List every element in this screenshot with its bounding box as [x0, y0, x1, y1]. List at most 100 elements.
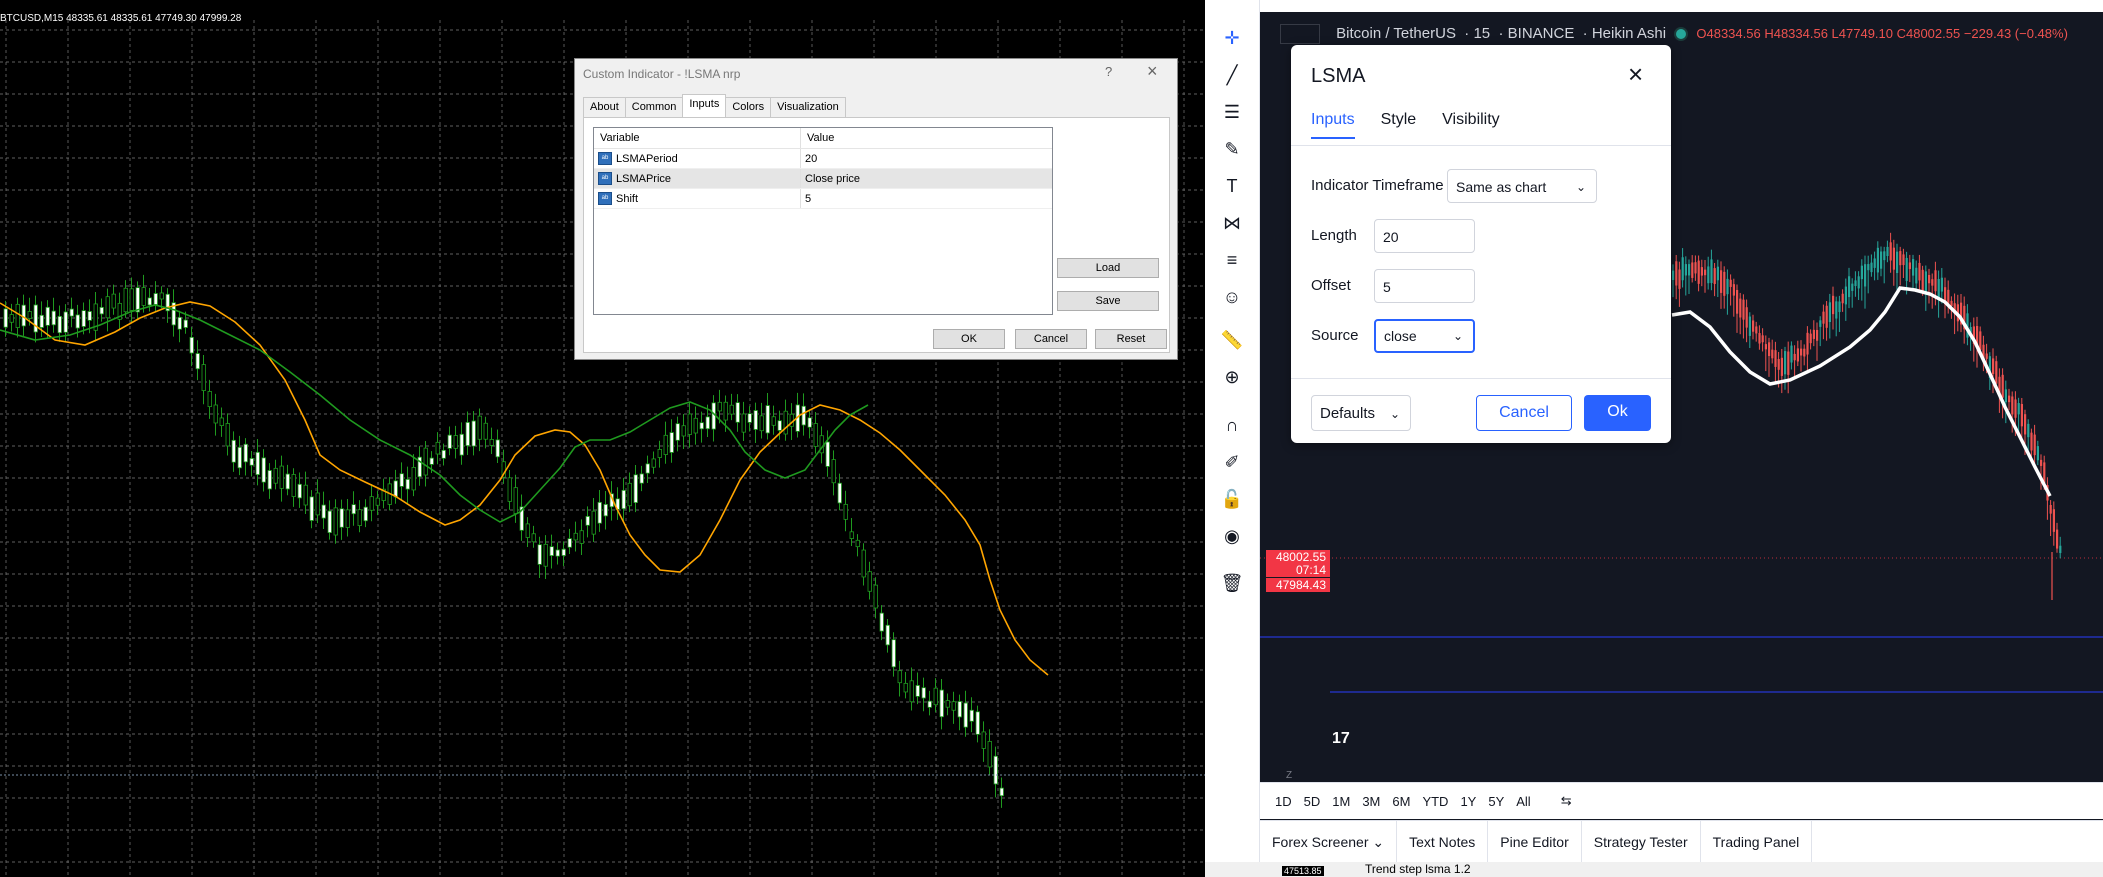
low-price-tag: 47984.43 — [1266, 578, 1330, 592]
range-1d[interactable]: 1D — [1275, 794, 1292, 809]
header-value[interactable]: Value — [801, 128, 840, 148]
tab-trading-panel[interactable]: Trading Panel — [1701, 821, 1813, 863]
reset-button[interactable]: Reset — [1095, 329, 1167, 349]
symbol-logo-box[interactable] — [1280, 24, 1320, 44]
param-value[interactable]: 20 — [801, 153, 817, 165]
trend-line-icon[interactable]: ╱ — [1219, 62, 1245, 88]
market-status-icon — [1676, 29, 1687, 39]
param-value[interactable]: Close price — [801, 173, 860, 185]
row-variable: ab LSMAPrice — [594, 169, 801, 188]
help-icon[interactable]: ? — [1105, 64, 1112, 79]
tab-visibility[interactable]: Visibility — [1442, 111, 1500, 139]
text-icon[interactable]: T — [1219, 173, 1245, 199]
timeframe-label: Indicator Timeframe — [1311, 177, 1444, 194]
dialog-tabs: Inputs Style Visibility — [1311, 111, 1526, 139]
pattern-icon[interactable]: ⋈ — [1219, 210, 1245, 236]
table-row[interactable]: ab LSMAPrice Close price — [594, 169, 1052, 189]
legend-interval: 15 — [1473, 24, 1491, 42]
tab-forex-screener[interactable]: Forex Screener ⌄ — [1260, 821, 1398, 863]
save-button[interactable]: Save — [1057, 291, 1159, 311]
range-5y[interactable]: 5Y — [1488, 794, 1504, 809]
tab-colors[interactable]: Colors — [725, 97, 772, 118]
drawing-toolbar: ✛ ╱ ☰ ✎ T ⋈ ≡ ☺ 📏 ⊕ ∩ ✐ 🔓 ◉ 🗑 — [1205, 0, 1260, 862]
go-to-date-icon[interactable]: ⇆ — [1561, 793, 1572, 809]
eye-icon[interactable]: ◉ — [1219, 523, 1245, 549]
mt4-dialog-tabs: About Common Inputs Colors Visualization — [583, 94, 846, 118]
range-ytd[interactable]: YTD — [1422, 794, 1448, 809]
brush-icon[interactable]: ✎ — [1219, 136, 1245, 162]
tab-strategy-tester[interactable]: Strategy Tester — [1582, 821, 1701, 863]
range-5d[interactable]: 5D — [1304, 794, 1321, 809]
tv-candles — [1672, 232, 2062, 600]
tab-inputs[interactable]: Inputs — [682, 94, 727, 118]
ok-button[interactable]: Ok — [1584, 395, 1651, 431]
load-button[interactable]: Load — [1057, 258, 1159, 278]
timeframe-value: Same as chart — [1456, 179, 1547, 195]
offset-input[interactable]: 5 — [1374, 269, 1475, 303]
tab-inputs[interactable]: Inputs — [1311, 111, 1355, 139]
chevron-down-icon: ⌄ — [1452, 329, 1463, 343]
param-name: LSMAPeriod — [616, 152, 678, 165]
mt4-dialog-title: Custom Indicator - !LSMA nrp — [583, 67, 741, 81]
param-type-icon: ab — [598, 152, 612, 165]
length-input[interactable]: 20 — [1374, 219, 1475, 253]
list-item[interactable]: Trend step lsma 1.2 — [1365, 862, 1471, 876]
range-6m[interactable]: 6M — [1392, 794, 1410, 809]
header-variable[interactable]: Variable — [594, 128, 801, 148]
mt4-params-table[interactable]: Variable Value ab LSMAPeriod 20 ab LSMAPri… — [593, 127, 1053, 315]
defaults-dropdown[interactable]: Defaults ⌄ — [1311, 395, 1411, 431]
tab-visualization[interactable]: Visualization — [770, 97, 846, 118]
ok-button[interactable]: OK — [933, 329, 1005, 349]
range-1y[interactable]: 1Y — [1460, 794, 1476, 809]
range-1m[interactable]: 1M — [1332, 794, 1350, 809]
close-icon[interactable]: × — [1147, 61, 1158, 82]
table-row[interactable]: ab LSMAPeriod 20 — [594, 149, 1052, 169]
lsma-settings-dialog[interactable]: LSMA × Inputs Style Visibility Indicator… — [1291, 45, 1671, 443]
zoom-in-icon[interactable]: ⊕ — [1219, 364, 1245, 390]
magnet-icon[interactable]: ∩ — [1219, 412, 1245, 438]
tab-text-notes[interactable]: Text Notes — [1397, 821, 1489, 863]
lock-icon[interactable]: 🔓 — [1219, 486, 1245, 512]
tab-common[interactable]: Common — [624, 97, 684, 118]
prediction-icon[interactable]: ≡ — [1219, 247, 1245, 273]
time-range-bar: 1D 5D 1M 3M 6M YTD 1Y 5Y All ⇆ — [1260, 782, 2103, 819]
param-value[interactable]: 5 — [801, 193, 811, 205]
table-row[interactable]: ab Shift 5 — [594, 189, 1052, 209]
legend-chart-type: Heikin Ashi — [1591, 24, 1667, 42]
source-value: close — [1384, 328, 1417, 344]
defaults-label: Defaults — [1320, 405, 1376, 422]
close-icon[interactable]: × — [1628, 59, 1643, 90]
price-tag: 48002.55 — [1266, 550, 1330, 564]
row-variable: ab LSMAPeriod — [594, 149, 801, 168]
chevron-down-icon: ⌄ — [1575, 180, 1586, 194]
source-select[interactable]: close ⌄ — [1374, 319, 1475, 353]
zoom-reset-button[interactable]: Z — [1286, 770, 1292, 781]
mt4-chart-window[interactable]: BTCUSD,M15 48335.61 48335.61 47749.30 47… — [0, 0, 1205, 877]
param-type-icon: ab — [598, 192, 612, 205]
tradingview-logo-icon[interactable]: 17 — [1332, 730, 1362, 752]
dialog-title: LSMA — [1311, 65, 1366, 87]
mt4-bottom-price: 47513.85 — [1282, 866, 1324, 876]
offset-label: Offset — [1311, 277, 1351, 294]
param-type-icon: ab — [598, 172, 612, 185]
cancel-button[interactable]: Cancel — [1476, 395, 1572, 431]
range-all[interactable]: All — [1516, 794, 1530, 809]
ruler-icon[interactable]: 📏 — [1219, 327, 1245, 353]
timeframe-select[interactable]: Same as chart ⌄ — [1447, 169, 1597, 203]
legend-ohlc: O48334.56 H48334.56 L47749.10 C48002.55 … — [1696, 25, 2068, 41]
countdown-tag: 07:14 — [1266, 563, 1330, 577]
cancel-button[interactable]: Cancel — [1015, 329, 1087, 349]
range-3m[interactable]: 3M — [1362, 794, 1380, 809]
emoji-icon[interactable]: ☺ — [1219, 284, 1245, 310]
mt4-indicator-dialog[interactable]: Custom Indicator - !LSMA nrp ? × About C… — [574, 58, 1178, 360]
trash-icon[interactable]: 🗑 — [1219, 570, 1245, 596]
bottom-panel-tabs: Forex Screener ⌄ Text Notes Pine Editor … — [1260, 820, 2103, 863]
param-name: LSMAPrice — [616, 172, 672, 185]
tab-pine-editor[interactable]: Pine Editor — [1488, 821, 1582, 863]
tab-about[interactable]: About — [583, 97, 626, 118]
lock-drawing-icon[interactable]: ✐ — [1219, 449, 1245, 475]
tab-style[interactable]: Style — [1381, 111, 1417, 139]
fib-icon[interactable]: ☰ — [1219, 99, 1245, 125]
crosshair-icon[interactable]: ✛ — [1219, 25, 1245, 51]
legend-symbol[interactable]: Bitcoin / TetherUS — [1336, 25, 1456, 42]
